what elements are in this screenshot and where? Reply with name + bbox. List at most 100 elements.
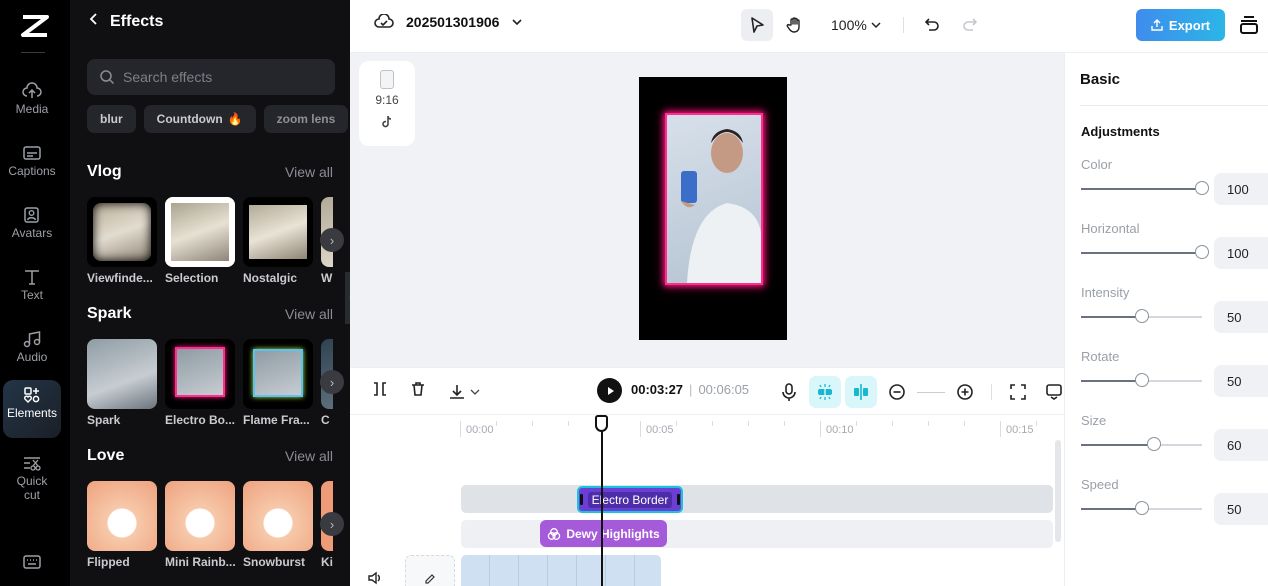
- view-all-spark[interactable]: View all: [285, 306, 333, 322]
- view-all-vlog[interactable]: View all: [285, 164, 333, 180]
- param-slider[interactable]: [1081, 309, 1202, 323]
- quick-cut-icon: [24, 457, 41, 471]
- slider-knob[interactable]: [1195, 245, 1209, 259]
- select-tool-button[interactable]: [741, 9, 773, 41]
- param-value-input[interactable]: 50: [1214, 301, 1268, 333]
- rail-item-audio[interactable]: Audio: [3, 324, 61, 382]
- cloud-saved-icon: [374, 14, 394, 28]
- chevron-down-icon: [470, 389, 480, 395]
- param-slider[interactable]: [1081, 181, 1209, 195]
- rail-item-media[interactable]: Media: [3, 76, 61, 134]
- ruler-label: 00:05: [646, 424, 674, 436]
- param-value-input[interactable]: 60: [1214, 429, 1268, 461]
- slider-knob[interactable]: [1134, 309, 1149, 323]
- monitor-icon: [1046, 384, 1062, 400]
- zoom-dropdown[interactable]: 100%: [831, 17, 881, 33]
- effect-card[interactable]: Mini Rainb...: [165, 481, 236, 569]
- slider-knob[interactable]: [1195, 181, 1209, 195]
- rail-item-text[interactable]: Text: [3, 262, 61, 320]
- video-clip[interactable]: [461, 555, 661, 586]
- playhead[interactable]: [601, 415, 603, 586]
- search-box[interactable]: [87, 59, 335, 95]
- search-input[interactable]: [123, 69, 323, 85]
- effect-card[interactable]: Viewfinde...: [87, 197, 157, 285]
- effect-card[interactable]: Spark: [87, 339, 157, 427]
- next-love-button[interactable]: ›: [320, 512, 344, 536]
- param-slider[interactable]: [1081, 245, 1209, 259]
- param-slider[interactable]: [1081, 501, 1202, 515]
- timeline-zoom-slider[interactable]: [917, 391, 945, 393]
- playhead-handle[interactable]: [595, 415, 608, 432]
- filter-clip-dewy-highlights[interactable]: Dewy Highlights: [540, 520, 667, 547]
- keyboard-shortcuts-button[interactable]: [22, 554, 42, 575]
- rail-item-quick-cut[interactable]: Quick cut: [3, 448, 61, 510]
- effect-label: Nostalgic: [243, 271, 298, 285]
- effect-card[interactable]: Flame Fra...: [243, 339, 313, 427]
- capcut-logo[interactable]: [16, 12, 54, 40]
- zoom-out-button[interactable]: [881, 376, 913, 408]
- canvas-tools: 100%: [741, 9, 986, 41]
- param-value-input[interactable]: 50: [1214, 365, 1268, 397]
- slider-knob[interactable]: [1146, 437, 1161, 451]
- rail-item-elements[interactable]: Elements: [3, 380, 61, 438]
- magnet-snap-toggle[interactable]: [809, 376, 841, 408]
- link-tracks-toggle[interactable]: [845, 376, 877, 408]
- redo-button[interactable]: [954, 9, 986, 41]
- chip-zoom-lens[interactable]: zoom lens: [263, 105, 349, 133]
- elements-icon: [24, 387, 40, 403]
- param-slider[interactable]: [1081, 437, 1202, 451]
- effect-clip-electro-border[interactable]: Electro Border: [577, 486, 683, 513]
- fullscreen-button[interactable]: [1002, 376, 1034, 408]
- record-voice-button[interactable]: [773, 376, 805, 408]
- menu-button[interactable]: [1239, 15, 1259, 40]
- export-button[interactable]: Export: [1136, 9, 1225, 41]
- ruler-tick: [640, 421, 641, 437]
- next-vlog-button[interactable]: ›: [320, 228, 344, 252]
- trim-handle-right[interactable]: [677, 494, 680, 505]
- effect-card[interactable]: Flipped: [87, 481, 157, 569]
- undo-button[interactable]: [916, 9, 948, 41]
- time-ruler[interactable]: 00:00 00:05 00:10 00:15: [460, 415, 1060, 441]
- effect-card[interactable]: Nostalgic: [243, 197, 313, 285]
- slider-knob[interactable]: [1134, 501, 1149, 515]
- effect-label: C: [321, 413, 330, 427]
- back-button[interactable]: [88, 12, 100, 31]
- effect-card[interactable]: Electro Bo...: [165, 339, 235, 427]
- delete-button[interactable]: [410, 381, 426, 402]
- rail-item-avatars[interactable]: Avatars: [3, 200, 61, 258]
- preview-mode-button[interactable]: [1038, 376, 1070, 408]
- next-spark-button[interactable]: ›: [320, 370, 344, 394]
- hand-tool-button[interactable]: [779, 9, 811, 41]
- chip-label: zoom lens: [276, 112, 336, 126]
- timeline-scrollbar[interactable]: [1055, 440, 1061, 542]
- aspect-ratio-button[interactable]: 9:16: [359, 61, 415, 146]
- speaker-icon: [368, 571, 380, 585]
- slider-knob[interactable]: [1134, 373, 1149, 387]
- download-button[interactable]: [448, 384, 480, 400]
- project-title[interactable]: 202501301906: [374, 14, 523, 30]
- view-all-love[interactable]: View all: [285, 448, 333, 464]
- chip-blur[interactable]: blur: [87, 105, 136, 133]
- zoom-in-button[interactable]: [949, 376, 981, 408]
- param-value-input[interactable]: 100: [1214, 237, 1268, 269]
- tab-basic[interactable]: Basic: [1080, 71, 1120, 88]
- play-button[interactable]: [597, 378, 622, 403]
- divider: [1080, 105, 1268, 106]
- rail-label: Captions: [8, 164, 56, 178]
- time-separator: |: [689, 382, 693, 397]
- rail-item-captions[interactable]: Captions: [3, 138, 61, 196]
- chip-countdown[interactable]: Countdown 🔥: [143, 105, 256, 133]
- param-value-input[interactable]: 50: [1214, 493, 1268, 525]
- trim-handle-left[interactable]: [580, 494, 583, 505]
- effect-card[interactable]: Selection: [165, 197, 235, 285]
- app: Media Captions Avatars Text Audio Elemen…: [0, 0, 1268, 586]
- param-slider[interactable]: [1081, 373, 1202, 387]
- effect-track[interactable]: [461, 485, 1053, 513]
- ruler-tick: [568, 421, 569, 426]
- split-button[interactable]: [372, 381, 388, 402]
- cover-button[interactable]: [405, 555, 455, 586]
- param-value-input[interactable]: 100: [1214, 173, 1268, 205]
- video-preview[interactable]: [639, 77, 787, 340]
- mute-track-button[interactable]: [367, 571, 383, 586]
- effect-card[interactable]: Snowburst: [243, 481, 313, 569]
